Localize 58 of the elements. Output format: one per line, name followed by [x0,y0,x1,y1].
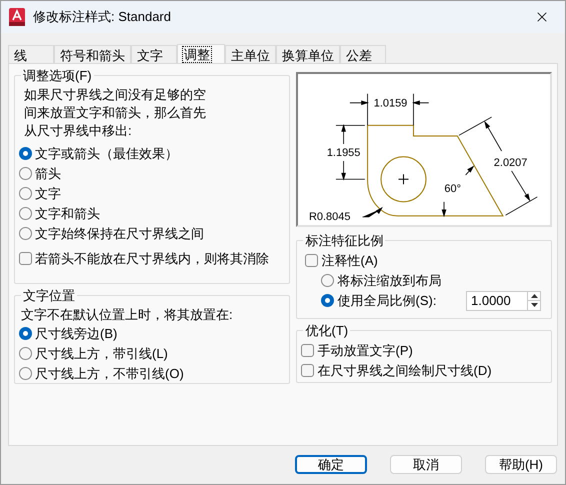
group-title: 调整选项(F) [22,67,93,85]
checkbox-label: 若箭头不能放在尺寸界线内，则将其消除 [35,250,269,268]
radio-button[interactable] [19,327,32,340]
radio-label: 文字或箭头（最佳效果） [35,144,178,163]
radio-button[interactable] [19,207,32,220]
fit-description: 如果尺寸界线之间没有足够的空间来放置文字和箭头，那么首先从尺寸界线中移出: [24,86,206,140]
dialog-button[interactable]: 帮助(H) [485,455,557,474]
radius-label: R0.8045 [309,210,351,223]
tab[interactable]: 线 [8,45,54,63]
radio-button[interactable] [19,167,32,180]
scale-spinner[interactable]: 1.0000 [466,290,541,310]
checkbox[interactable] [19,252,32,265]
tab[interactable]: 主单位 [225,45,276,63]
radio-label: 将标注缩放到布局 [337,272,442,290]
radio-label: 文字 [35,184,61,203]
radio-label: 箭头 [35,164,61,183]
dimension-label: 1.0159 [374,98,408,110]
radio-button[interactable] [19,147,32,160]
dimension-label: 1.1955 [327,147,361,159]
radio-label: 尺寸线上方，带引线(L) [35,344,168,363]
radio-button[interactable] [321,274,334,287]
scale-value: 1.0000 [470,292,512,310]
spin-up-icon[interactable] [528,292,540,301]
radio-button[interactable] [321,294,334,307]
spin-down-icon[interactable] [528,301,540,310]
group-title: 标注特征比例 [304,232,384,250]
group-title: 文字位置 [22,287,76,305]
window-title: 修改标注样式: Standard [33,8,171,26]
tab[interactable]: 调整 [177,44,225,63]
tab[interactable]: 公差 [340,45,386,63]
radio-button[interactable] [19,227,32,240]
radio-button[interactable] [19,367,32,380]
leader-line [362,206,384,218]
tab[interactable]: 文字 [131,45,177,63]
angle-dimension [442,165,475,218]
checkbox[interactable] [301,364,314,377]
center-mark-icon [398,174,410,185]
radio-label: 文字始终保持在尺寸界线之间 [35,224,204,243]
radio-label: 尺寸线上方，不带引线(O) [35,364,184,383]
checkbox-label: 手动放置文字(P) [317,342,413,360]
radio-button[interactable] [19,187,32,200]
checkbox-label: 在尺寸界线之间绘制尺寸线(D) [317,362,492,380]
radio-label: 使用全局比例(S): [337,292,436,310]
tab[interactable]: 符号和箭头 [54,45,131,63]
dialog-button[interactable]: 取消 [390,455,462,474]
dialog-button[interactable]: 确定 [295,455,367,474]
dimension-label: 2.0207 [494,156,528,169]
placement-description: 文字不在默认位置上时，将其放置在: [21,306,234,324]
radio-label: 尺寸线旁边(B) [35,324,118,343]
tab[interactable]: 换算单位 [276,45,340,63]
radio-button[interactable] [19,347,32,360]
checkbox-label: 注释性(A) [321,252,378,270]
checkbox[interactable] [301,344,314,357]
radio-label: 文字和箭头 [35,204,100,223]
angle-label: 60° [444,182,462,195]
app-logo-icon [9,8,25,26]
checkbox[interactable] [305,254,318,267]
group-title: 优化(T) [304,322,350,340]
